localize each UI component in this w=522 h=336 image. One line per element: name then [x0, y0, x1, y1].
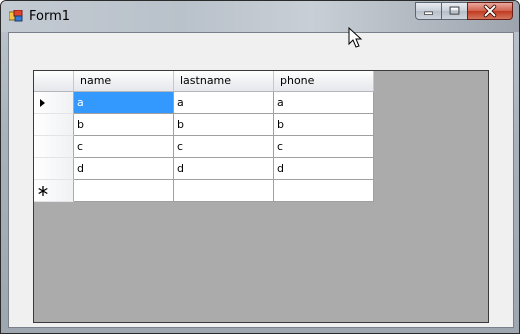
grid-cell[interactable]: a	[74, 92, 174, 114]
grid-cell[interactable]: c	[74, 136, 174, 158]
maximize-button[interactable]	[441, 2, 468, 20]
row-header[interactable]	[34, 92, 74, 114]
grid-row: a a a	[34, 92, 374, 114]
grid-header-row: name lastname phone	[34, 71, 374, 92]
close-icon	[483, 4, 497, 18]
row-header[interactable]	[34, 158, 74, 180]
title-bar[interactable]: Form1	[1, 1, 519, 32]
mouse-pointer-icon	[348, 27, 363, 48]
asterisk-icon	[38, 186, 48, 196]
grid-cell[interactable]: b	[74, 114, 174, 136]
grid-row: b b b	[34, 114, 374, 136]
column-header-name[interactable]: name	[74, 71, 174, 91]
grid-cell[interactable]: b	[174, 114, 274, 136]
column-header-phone[interactable]: phone	[274, 71, 374, 91]
grid-cell[interactable]: c	[274, 136, 374, 158]
app-icon	[9, 10, 23, 22]
grid-cell[interactable]	[74, 180, 174, 202]
minimize-button[interactable]	[415, 2, 442, 20]
arrow-right-icon	[40, 99, 45, 107]
column-header-lastname[interactable]: lastname	[174, 71, 274, 91]
close-button[interactable]	[467, 2, 513, 20]
window-title: Form1	[29, 9, 71, 24]
maximize-icon	[449, 6, 460, 15]
row-header[interactable]	[34, 114, 74, 136]
grid-cell[interactable]	[174, 180, 274, 202]
grid-cell[interactable]	[274, 180, 374, 202]
data-grid-view[interactable]: name lastname phone a a a b b b c c c d …	[33, 70, 489, 323]
grid-corner-header[interactable]	[34, 71, 74, 91]
grid-cell[interactable]: d	[174, 158, 274, 180]
grid-cell[interactable]: a	[274, 92, 374, 114]
grid-cell[interactable]: d	[274, 158, 374, 180]
app-window: Form1 name lastname phone a a a b b b c …	[0, 0, 520, 334]
row-header[interactable]	[34, 136, 74, 158]
grid-row: c c c	[34, 136, 374, 158]
row-header[interactable]	[34, 180, 74, 202]
grid-new-row	[34, 180, 374, 202]
grid-row: d d d	[34, 158, 374, 180]
grid-cell[interactable]: c	[174, 136, 274, 158]
minimize-icon	[424, 11, 433, 15]
grid-cell[interactable]: b	[274, 114, 374, 136]
grid-cell[interactable]: a	[174, 92, 274, 114]
form-client-area: name lastname phone a a a b b b c c c d …	[8, 32, 514, 328]
grid-cell[interactable]: d	[74, 158, 174, 180]
